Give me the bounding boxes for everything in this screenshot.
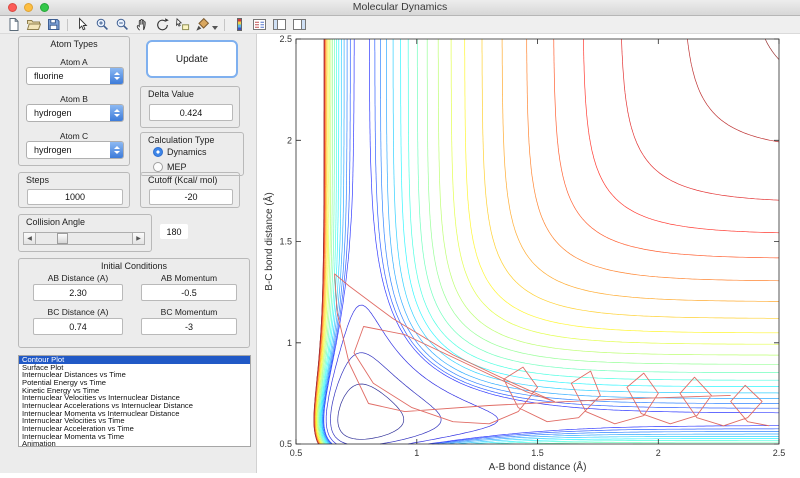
x-tick-label: 0.5 (290, 448, 303, 458)
atom-b-label: Atom B (19, 94, 129, 104)
atom-c-label: Atom C (19, 131, 129, 141)
calculation-type-panel: Calculation Type Dynamics MEP (140, 132, 244, 176)
steps-panel: Steps (18, 172, 130, 208)
collision-angle-value: 180 (160, 224, 188, 239)
insert-colorbar-icon[interactable] (230, 17, 248, 33)
delta-value-panel: Delta Value (140, 86, 240, 128)
slider-right-arrow[interactable]: ▶ (132, 232, 145, 245)
controls-panel: Atom Types Atom AfluorineAtom BhydrogenA… (0, 34, 257, 473)
bc-momentum-field[interactable] (141, 318, 237, 335)
x-tick-label: 1 (414, 448, 419, 458)
x-tick-label: 1.5 (531, 448, 544, 458)
initial-conditions-title: Initial Conditions (19, 261, 249, 271)
y-tick-label: 1.5 (279, 237, 292, 247)
ab-distance-a-field[interactable] (33, 284, 123, 301)
atom-a-popup[interactable]: fluorine (26, 67, 124, 85)
property-editor-icon[interactable] (290, 17, 308, 33)
window-title: Molecular Dynamics (0, 1, 800, 13)
toolbar-separator (224, 19, 225, 31)
calculation-type-title: Calculation Type (141, 135, 243, 145)
figure-toolbar (0, 16, 800, 34)
atom-b-popup[interactable]: hydrogen (26, 104, 124, 122)
cutoff-field[interactable] (149, 189, 233, 205)
steps-field[interactable] (27, 189, 123, 205)
y-tick-label: 2 (287, 135, 292, 145)
update-button[interactable]: Update (146, 40, 238, 78)
radio-mep[interactable]: MEP (153, 162, 187, 172)
slider-thumb[interactable] (57, 233, 68, 244)
y-tick-label: 0.5 (279, 439, 292, 449)
save-figure-icon[interactable] (44, 17, 62, 33)
y-axis-label: B-C bond distance (Å) (262, 192, 275, 290)
bc-momentum-label: BC Momentum (135, 307, 243, 317)
zoom-out-icon[interactable] (113, 17, 131, 33)
new-figure-icon[interactable] (4, 17, 22, 33)
steps-title: Steps (19, 175, 129, 185)
plot-browser-icon[interactable] (270, 17, 288, 33)
ab-momentum-label: AB Momentum (135, 273, 243, 283)
radio-button-icon[interactable] (153, 162, 163, 172)
titlebar: Molecular Dynamics (0, 0, 800, 16)
y-tick-label: 2.5 (279, 34, 292, 44)
zoom-in-icon[interactable] (93, 17, 111, 33)
radio-dynamics[interactable]: Dynamics (153, 147, 207, 157)
x-axis-label: A-B bond distance (Å) (489, 460, 587, 473)
collision-angle-panel: Collision Angle ◀ ▶ (18, 214, 152, 252)
cutoff-panel: Cutoff (Kcal/ mol) (140, 172, 240, 208)
popup-arrows-icon (110, 105, 123, 121)
popup-arrows-icon (110, 68, 123, 84)
delta-value-title: Delta Value (141, 89, 239, 99)
radio-button-icon[interactable] (153, 147, 163, 157)
slider-left-arrow[interactable]: ◀ (23, 232, 36, 245)
pointer-icon[interactable] (73, 17, 91, 33)
data-cursor-icon[interactable] (173, 17, 191, 33)
popup-arrows-icon (110, 142, 123, 158)
cutoff-title: Cutoff (Kcal/ mol) (141, 175, 239, 185)
axes-box (296, 39, 779, 444)
open-file-icon[interactable] (24, 17, 42, 33)
insert-legend-icon[interactable] (250, 17, 268, 33)
rotate-3d-icon[interactable] (153, 17, 171, 33)
pan-icon[interactable] (133, 17, 151, 33)
contour-plot: 0.5 1 1.5 2 2.5 0.5 1 1.5 2 2.5 A-B bond distance … (256, 34, 800, 473)
radio-label: Dynamics (167, 147, 207, 157)
initial-conditions-panel: Initial Conditions AB Distance (A) AB Mom… (18, 258, 250, 348)
plot-list-item[interactable]: Animation (19, 440, 250, 447)
collision-angle-title: Collision Angle (19, 217, 151, 227)
atom-types-panel: Atom Types Atom AfluorineAtom BhydrogenA… (18, 36, 130, 166)
plot-type-listbox[interactable]: Contour PlotSurface PlotInternuclear Dis… (18, 355, 251, 447)
ab-distance-a-label: AB Distance (A) (27, 273, 129, 283)
bc-distance-a-label: BC Distance (A) (27, 307, 129, 317)
x-tick-label: 2 (656, 448, 661, 458)
bc-distance-a-field[interactable] (33, 318, 123, 335)
delta-value-field[interactable] (149, 104, 233, 121)
ab-momentum-field[interactable] (141, 284, 237, 301)
toolbar-separator (67, 19, 68, 31)
atom-c-popup[interactable]: hydrogen (26, 141, 124, 159)
brush-icon[interactable] (193, 17, 211, 33)
atom-a-label: Atom A (19, 57, 129, 67)
x-tick-label: 2.5 (773, 448, 786, 458)
radio-label: MEP (167, 162, 187, 172)
y-tick-label: 1 (287, 338, 292, 348)
atom-types-title: Atom Types (19, 39, 129, 49)
brush-dropdown-caret[interactable] (212, 26, 218, 30)
figure-area: 0.5 1 1.5 2 2.5 0.5 1 1.5 2 2.5 A-B bond distance … (256, 34, 800, 473)
slider-track[interactable] (36, 232, 132, 245)
collision-angle-slider[interactable]: ◀ ▶ (23, 231, 145, 245)
